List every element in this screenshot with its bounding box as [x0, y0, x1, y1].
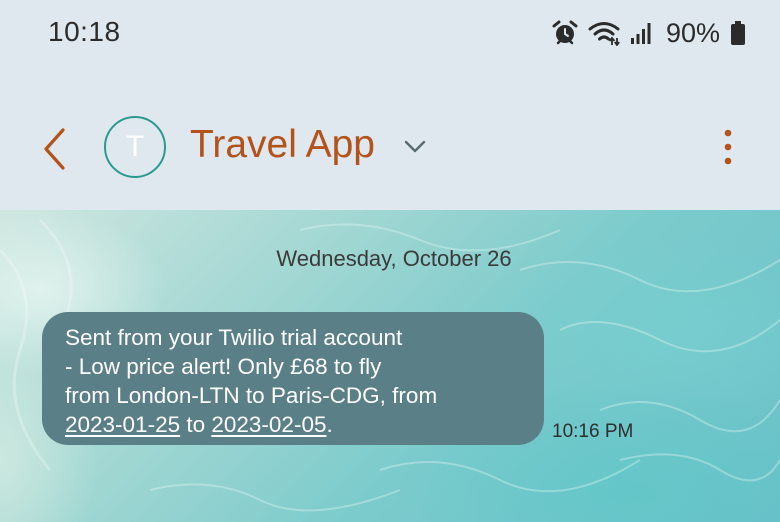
date-link-from[interactable]: 2023-01-25 [65, 412, 180, 437]
app-header: T Travel App [0, 66, 780, 210]
conversation-area[interactable]: Wednesday, October 26 Sent from your Twi… [0, 210, 780, 522]
status-time: 10:18 [48, 16, 121, 47]
contact-name[interactable]: Travel App [190, 123, 375, 167]
battery-icon [730, 20, 746, 46]
message-line: Sent from your Twilio trial account [65, 325, 403, 350]
more-options-button[interactable] [716, 128, 740, 166]
message-line-dates: 2023-01-25 to 2023-02-05. [65, 410, 524, 439]
contact-dropdown-button[interactable] [404, 138, 426, 156]
message-line: - Low price alert! Only £68 to fly [65, 354, 382, 379]
wifi-icon [588, 20, 620, 46]
date-link-to[interactable]: 2023-02-05 [211, 412, 326, 437]
message-line: from London-LTN to Paris-CDG, from [65, 383, 438, 408]
battery-percentage: 90% [665, 17, 720, 48]
chevron-down-icon [404, 140, 426, 153]
back-button[interactable] [38, 126, 74, 172]
contact-avatar[interactable]: T [104, 116, 166, 178]
date-divider: Wednesday, October 26 [276, 246, 512, 271]
more-vertical-icon [724, 129, 732, 165]
signal-icon [630, 20, 654, 46]
message-timestamp: 10:16 PM [552, 421, 634, 442]
message-to-word: to [180, 412, 212, 437]
status-bar: 10:18 90% [0, 0, 780, 66]
message-bubble[interactable]: Sent from your Twilio trial account - Lo… [42, 312, 544, 445]
alarm-icon [552, 20, 578, 46]
message-end: . [326, 412, 333, 437]
back-arrow-icon [44, 128, 65, 170]
status-icons: 90% [552, 16, 746, 50]
